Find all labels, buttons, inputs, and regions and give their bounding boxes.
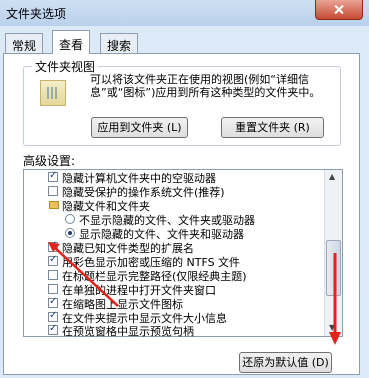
- annotation-down-arrowhead: [329, 332, 341, 345]
- annotation-arrows: [48, 242, 341, 345]
- tab-view[interactable]: 查看: [52, 30, 91, 54]
- annotation-diag-arrow: [53, 246, 119, 307]
- restore-defaults-button[interactable]: 还原为默认值 (D): [239, 352, 332, 373]
